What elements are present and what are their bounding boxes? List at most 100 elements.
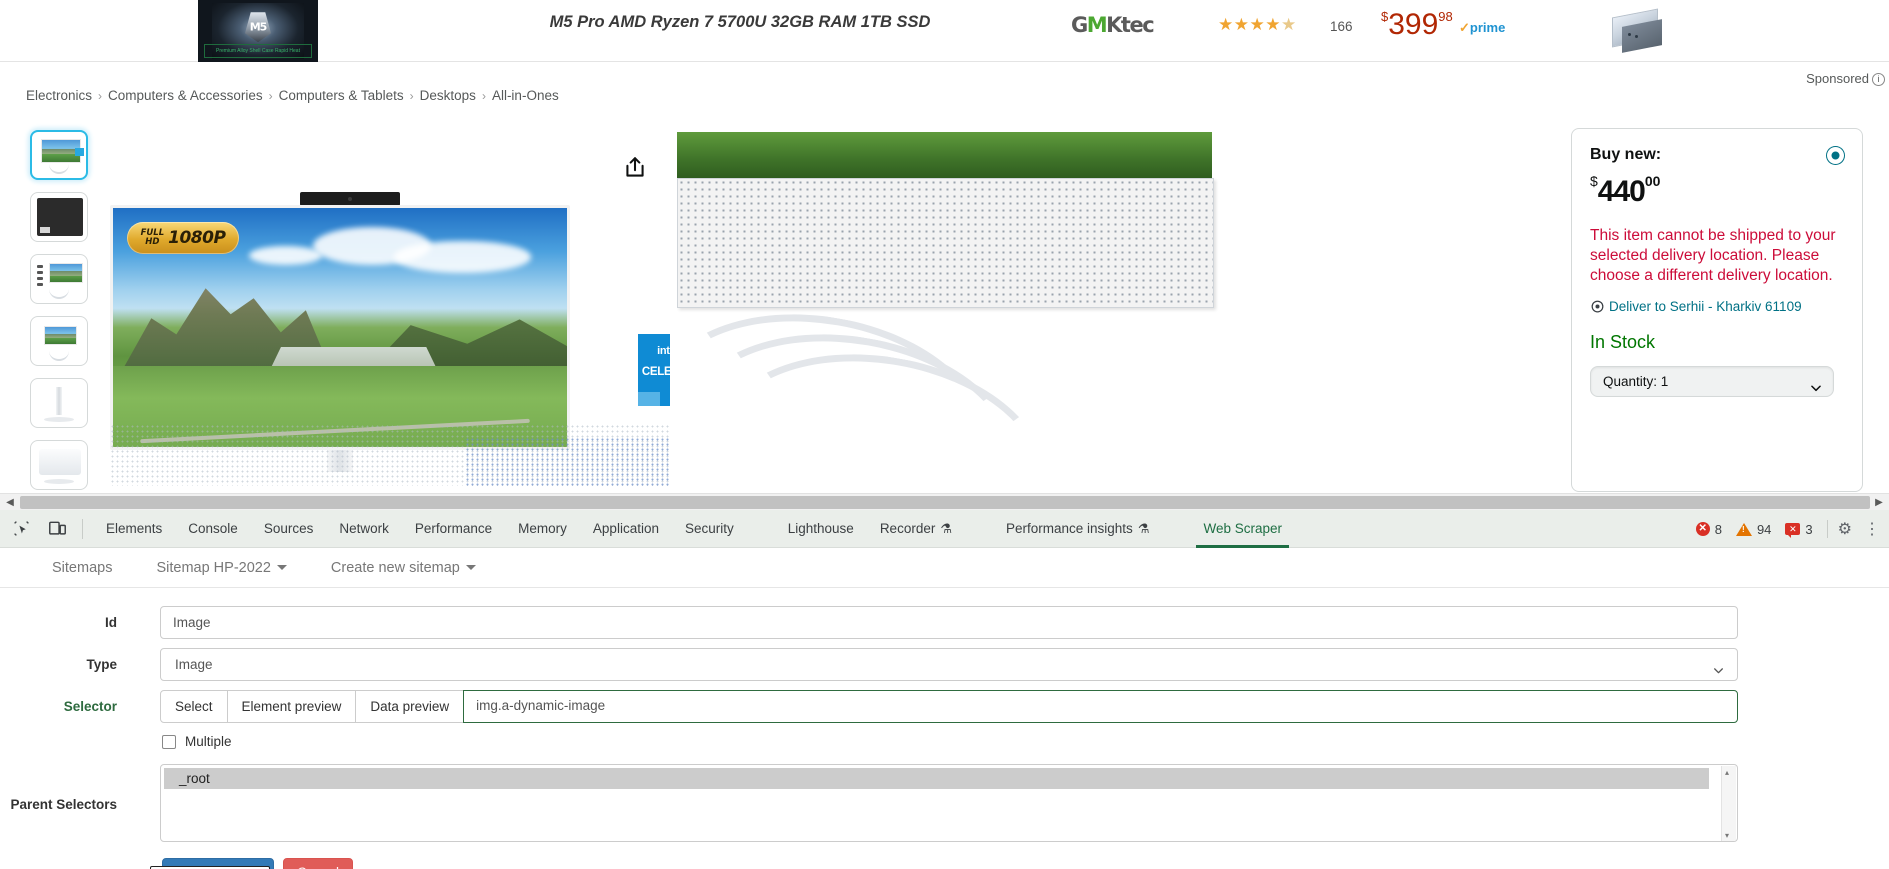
tab-console[interactable]: Console [175,510,251,548]
selector-input-group: Select Element preview Data preview img.… [160,690,1738,723]
form-row-selector: Selector Select Element preview Data pre… [0,690,1889,723]
sponsored-ad-banner[interactable]: M5 Premium Alloy Shell Case Rapid Heat D… [0,0,1889,62]
cloud [249,246,322,266]
message-counter[interactable]: ✕ 3 [1785,522,1813,538]
tab-performance-insights[interactable]: Performance insights ⚗ [993,510,1162,548]
scroll-left-arrow[interactable]: ◀ [2,496,18,509]
flask-icon: ⚗ [940,520,952,536]
ad-product-title[interactable]: M5 Pro AMD Ryzen 7 5700U 32GB RAM 1TB SS… [530,13,950,32]
kebab-menu-icon[interactable]: ⋮ [1864,519,1881,539]
tab-lighthouse[interactable]: Lighthouse [775,510,867,548]
product-thumbnail-6[interactable] [30,440,88,490]
tab-application[interactable]: Application [580,510,672,548]
thumb-base [44,479,74,484]
product-thumbnail-2[interactable] [30,192,88,242]
breadcrumb-item-electronics[interactable]: Electronics [26,88,92,103]
thumb-rear-view [39,449,81,475]
parent-selectors-scrollbar[interactable]: ▴ ▾ [1721,766,1736,841]
ad-price: $39998 [1381,8,1453,42]
price-currency: $ [1590,173,1598,189]
ad-rating-stars[interactable]: ★★★★★ [1218,15,1297,35]
quantity-label: Quantity: [1603,374,1658,389]
warning-counter[interactable]: 94 [1735,522,1771,537]
sponsored-info-icon[interactable]: i [1872,73,1885,86]
page-horizontal-scrollbar[interactable]: ◀ ▶ [0,493,1889,510]
product-secondary-image[interactable] [677,132,1547,492]
nav-sitemap-hp2022[interactable]: Sitemap HP-2022 [134,560,308,576]
product-thumbnail-1[interactable] [30,130,88,180]
product-thumbnail-4[interactable] [30,316,88,366]
cancel-button[interactable]: Cancel [283,858,354,869]
prime-check-icon: ✓ [1459,20,1470,35]
ad-stars-half: ★ [1280,15,1297,34]
badge-hd: HD [145,237,160,247]
sponsored-label: Sponsored i [1806,71,1885,86]
shipping-warning: This item cannot be shipped to your sele… [1590,227,1836,284]
nav-create-new-sitemap[interactable]: Create new sitemap [309,560,498,576]
product-thumbnail-5[interactable] [30,378,88,428]
message-icon: ✕ [1785,523,1801,538]
error-icon: ✕ [1695,522,1710,536]
ad-thumb-caption: Premium Alloy Shell Case Rapid Heat Diss… [204,44,312,58]
share-icon[interactable] [622,155,648,181]
image-dither-overlay-blue [465,437,670,487]
tab-performance[interactable]: Performance [402,510,505,548]
selector-input[interactable]: img.a-dynamic-image [463,690,1738,723]
data-preview-button[interactable]: Data preview [356,690,465,723]
parent-selector-option-root[interactable]: _root [164,768,1709,789]
thumb-base [44,417,74,422]
stock-status: In Stock [1590,332,1656,352]
tab-label: Memory [518,520,567,536]
gear-icon[interactable]: ⚙ [1838,519,1852,539]
parent-selectors-label: Parent Selectors [10,797,117,812]
breadcrumb-item-computers-accessories[interactable]: Computers & Accessories [108,88,263,103]
inspect-element-icon[interactable] [6,514,36,544]
selector-label: Selector [63,699,117,714]
tab-security[interactable]: Security [672,510,747,548]
product-main-image[interactable]: FULL HD 1080P intel. CELERON [110,192,670,492]
tab-label: Application [592,520,659,536]
tab-recorder[interactable]: Recorder ⚗ [867,510,965,548]
tab-web-scraper[interactable]: Web Scraper [1190,510,1295,548]
thumb-stand [49,351,69,361]
scroll-up-arrow[interactable]: ▴ [1725,768,1729,777]
quantity-selector[interactable]: Quantity: 1 [1590,366,1834,397]
parent-selectors-listbox[interactable]: _root ▴ ▾ [160,764,1738,842]
multiple-checkbox[interactable] [162,735,176,749]
device-toolbar-icon[interactable] [42,514,72,544]
breadcrumb-separator: › [98,89,103,103]
select-button[interactable]: Select [160,690,228,723]
scroll-down-arrow[interactable]: ▾ [1725,831,1729,840]
nav-label: Create new sitemap [330,559,460,576]
tab-network[interactable]: Network [326,510,402,548]
type-select[interactable]: Image [160,648,1738,681]
delivery-location-text: Deliver to Serhii - Kharkiv 61109 [1609,299,1802,314]
thumb-screen [49,263,83,283]
error-count: 8 [1714,521,1722,537]
element-preview-button[interactable]: Element preview [227,690,357,723]
monitor-bezel: FULL HD 1080P [110,205,570,450]
tab-label: Console [188,520,238,536]
breadcrumb-item-computers-tablets[interactable]: Computers & Tablets [279,88,404,103]
scrollbar-thumb[interactable] [20,496,1870,509]
breadcrumb-item-all-in-ones[interactable]: All-in-Ones [492,88,559,103]
tab-elements[interactable]: Elements [93,510,175,548]
ad-product-thumbnail[interactable]: M5 Premium Alloy Shell Case Rapid Heat D… [198,0,318,62]
thumb-stand [49,289,69,299]
monitor-screen: FULL HD 1080P [113,208,567,447]
breadcrumb-item-desktops[interactable]: Desktops [420,88,476,103]
tab-sources[interactable]: Sources [251,510,327,548]
tab-memory[interactable]: Memory [505,510,580,548]
warning-icon [1735,522,1752,536]
product-thumbnail-3[interactable] [30,254,88,304]
delivery-location-link[interactable]: Deliver to Serhii - Kharkiv 61109 [1590,299,1844,317]
ad-review-count[interactable]: 166 [1330,19,1353,34]
thumb-stand [49,164,69,174]
buy-new-radio[interactable] [1827,147,1844,164]
id-input[interactable]: Image [160,606,1738,639]
nav-sitemaps[interactable]: Sitemaps [30,560,134,576]
breadcrumb-separator: › [268,89,273,103]
scroll-right-arrow[interactable]: ▶ [1871,496,1887,509]
browser-window: M5 Premium Alloy Shell Case Rapid Heat D… [0,0,1889,869]
error-counter[interactable]: ✕ 8 [1695,521,1722,537]
